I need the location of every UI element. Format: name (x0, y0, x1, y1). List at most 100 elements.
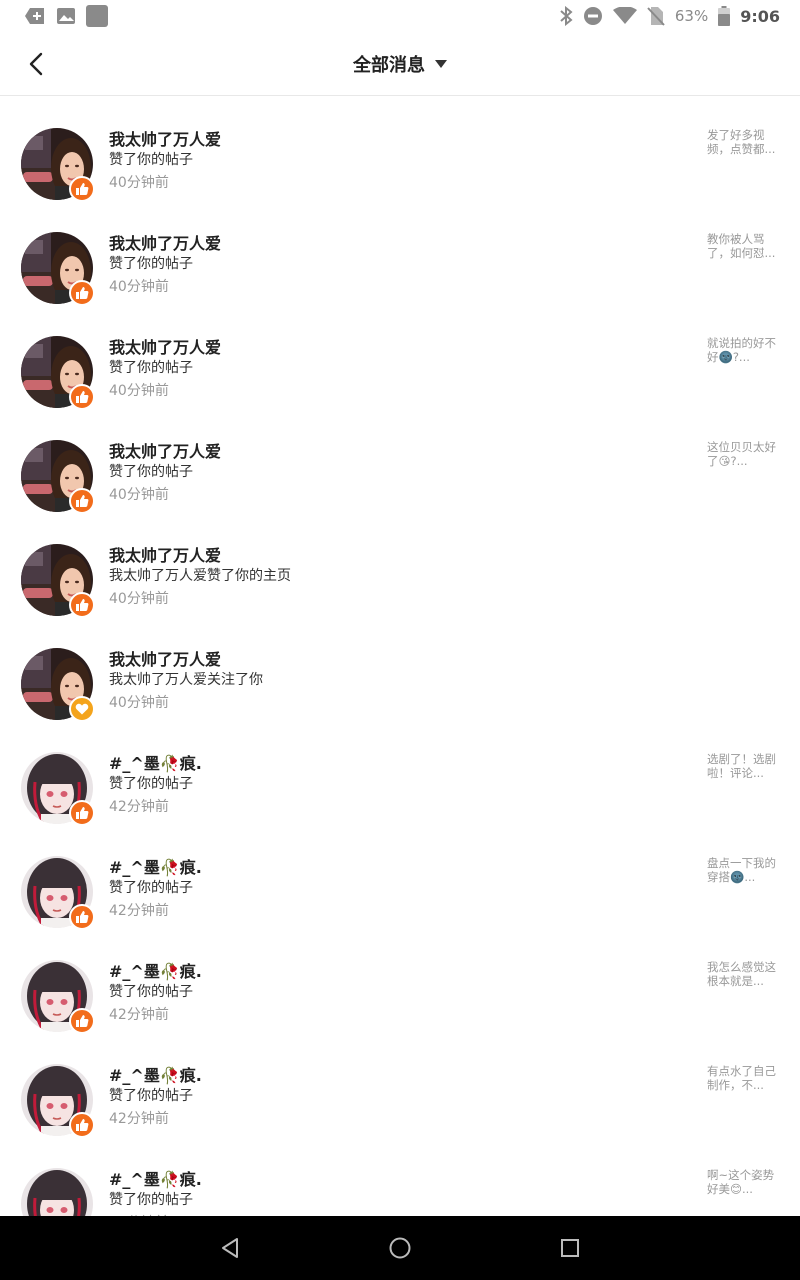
message-item[interactable]: 我太帅了万人爱赞了你的帖子 40分钟前 就说拍的好不好🌚?... (0, 304, 800, 410)
message-action: 赞了你的帖子 (109, 464, 193, 480)
thumbs-up-icon (76, 183, 89, 195)
sender-name[interactable]: 我太帅了万人爱 (109, 542, 221, 566)
message-action: 赞了你的帖子 (109, 152, 193, 168)
sender-name[interactable]: 我太帅了万人爱 (109, 126, 221, 150)
post-preview[interactable]: 这位贝贝太好了😘?... (707, 440, 779, 468)
thumbs-up-icon (76, 1119, 89, 1131)
message-item[interactable]: #_^墨🥀痕. 赞了你的帖子 42分钟前 选剧了！选剧啦！评论... (0, 720, 800, 826)
sender-name[interactable]: #_^墨🥀痕. (109, 750, 202, 774)
follow-badge (69, 696, 95, 722)
post-preview[interactable]: 我怎么感觉这根本就是... (707, 960, 779, 988)
message-action: 赞了你的帖子 (109, 776, 193, 792)
avatar[interactable] (21, 752, 95, 826)
message-list[interactable]: 我太帅了万人爱 赞了你的帖子 40分钟前 发了好多视频，点赞都... 我太帅了万人爱 赞了… (0, 96, 800, 1216)
battery-percent: 63% (674, 7, 709, 25)
message-action: 赞了你的帖子 (109, 984, 193, 1000)
message-item[interactable]: #_^墨🥀痕. 赞了你的帖子 42分钟前 盘点一下我的穿搭🌚... (0, 824, 800, 930)
status-notifications (24, 5, 108, 27)
message-item[interactable]: 我太帅了万人爱赞了你的帖子 40分钟前 发了好多视频，点赞都... (0, 96, 800, 202)
message-item[interactable]: #_^墨🥀痕. 赞了你的帖子 42分钟前 有点水了自己制作，不... (0, 1032, 800, 1138)
message-time: 42分钟前 (109, 1111, 169, 1127)
sender-name[interactable]: #_^墨🥀痕. (109, 958, 202, 982)
like-badge (69, 1112, 95, 1138)
like-badge (69, 488, 95, 514)
post-preview[interactable]: 啊~这个姿势好美😊... (707, 1168, 779, 1196)
sender-name[interactable]: 我太帅了万人爱 (109, 438, 221, 462)
avatar[interactable] (21, 1064, 95, 1138)
sender-name[interactable]: #_^墨🥀痕. (109, 854, 202, 878)
avatar[interactable] (21, 336, 95, 410)
heart-icon (75, 703, 89, 715)
no-sim-icon (647, 6, 665, 26)
message-action: 赞了你的帖子 (109, 360, 193, 376)
message-action: 赞了你的帖子 (109, 880, 193, 896)
message-time: 40分钟前 (109, 279, 169, 295)
status-bar: 63% 9:06 (0, 0, 800, 32)
message-item[interactable]: 我太帅了万人爱赞了你的帖子 40分钟前 这位贝贝太好了😘?... (0, 408, 800, 514)
nav-home-button[interactable] (388, 1236, 412, 1260)
message-action: 赞了你的帖子 (109, 256, 193, 272)
avatar[interactable] (21, 128, 95, 202)
add-notification-icon (24, 7, 46, 25)
thumbs-up-icon (76, 287, 89, 299)
post-preview[interactable]: 就说拍的好不好🌚?... (707, 336, 779, 364)
message-item[interactable]: #_^墨🥀痕. 赞了你的帖子 42分钟前 我怎么感觉这根本就是... (0, 928, 800, 1034)
message-time: 40分钟前 (109, 175, 169, 191)
message-time: 40分钟前 (109, 383, 169, 399)
avatar[interactable] (21, 440, 95, 514)
message-time: 40分钟前 (109, 487, 169, 503)
like-badge (69, 384, 95, 410)
sender-name[interactable]: 我太帅了万人爱 (109, 646, 221, 670)
like-badge (69, 280, 95, 306)
nav-back-button[interactable] (218, 1236, 242, 1260)
sender-name[interactable]: #_^墨🥀痕. (109, 1062, 202, 1086)
battery-icon (718, 6, 731, 26)
message-item[interactable]: 我太帅了万人爱我太帅了万人爱关注了你 40分钟前 (0, 616, 800, 722)
sender-name[interactable]: 我太帅了万人爱 (109, 230, 221, 254)
message-item[interactable]: 我太帅了万人爱我太帅了万人爱赞了你的主页 40分钟前 (0, 512, 800, 618)
do-not-disturb-icon (583, 6, 603, 26)
post-preview[interactable]: 选剧了！选剧啦！评论... (707, 752, 779, 780)
avatar[interactable] (21, 1168, 93, 1216)
avatar[interactable] (21, 544, 95, 618)
circle-home-icon (389, 1237, 411, 1259)
system-nav-bar (0, 1216, 800, 1280)
square-recents-icon (561, 1239, 579, 1257)
like-badge (69, 800, 95, 826)
message-filter-dropdown[interactable]: 全部消息 (353, 51, 447, 77)
message-item[interactable]: 我太帅了万人爱赞了你的帖子 40分钟前 教你被人骂了，如何怼... (0, 200, 800, 306)
message-action: 赞了你的帖子 (109, 1192, 193, 1208)
thumbs-up-icon (76, 495, 89, 507)
sender-name[interactable]: 我太帅了万人爱 (109, 334, 221, 358)
message-time: 42分钟前 (109, 903, 169, 919)
wifi-icon (612, 7, 637, 25)
post-preview[interactable]: 有点水了自己制作，不... (707, 1064, 779, 1092)
avatar[interactable] (21, 856, 95, 930)
post-preview[interactable]: 发了好多视频，点赞都... (707, 128, 779, 156)
message-action: 我太帅了万人爱赞了你的主页 (109, 568, 291, 584)
message-action: 我太帅了万人爱关注了你 (109, 672, 263, 688)
message-item[interactable]: #_^墨🥀痕.赞了你的帖子42分钟前啊~这个姿势好美😊... (0, 1136, 800, 1216)
post-preview[interactable]: 盘点一下我的穿搭🌚... (707, 856, 779, 884)
like-badge (69, 1008, 95, 1034)
avatar[interactable] (21, 960, 95, 1034)
thumbs-up-icon (76, 807, 89, 819)
thumbs-up-icon (76, 599, 89, 611)
back-button[interactable] (18, 46, 54, 82)
post-preview[interactable]: 教你被人骂了，如何怼... (707, 232, 779, 260)
like-badge (69, 592, 95, 618)
avatar[interactable] (21, 648, 95, 722)
avatar[interactable] (21, 232, 95, 306)
triangle-back-icon (222, 1238, 238, 1258)
message-time: 40分钟前 (109, 591, 169, 607)
thumbs-up-icon (76, 911, 89, 923)
thumbs-up-icon (76, 391, 89, 403)
image-notification-icon (56, 7, 76, 25)
message-time: 40分钟前 (109, 695, 169, 711)
like-badge (69, 904, 95, 930)
caret-down-icon (435, 59, 447, 68)
message-time: 42分钟前 (109, 1007, 169, 1023)
bluetooth-icon (559, 6, 573, 26)
nav-recents-button[interactable] (558, 1236, 582, 1260)
sender-name[interactable]: #_^墨🥀痕. (109, 1166, 202, 1190)
